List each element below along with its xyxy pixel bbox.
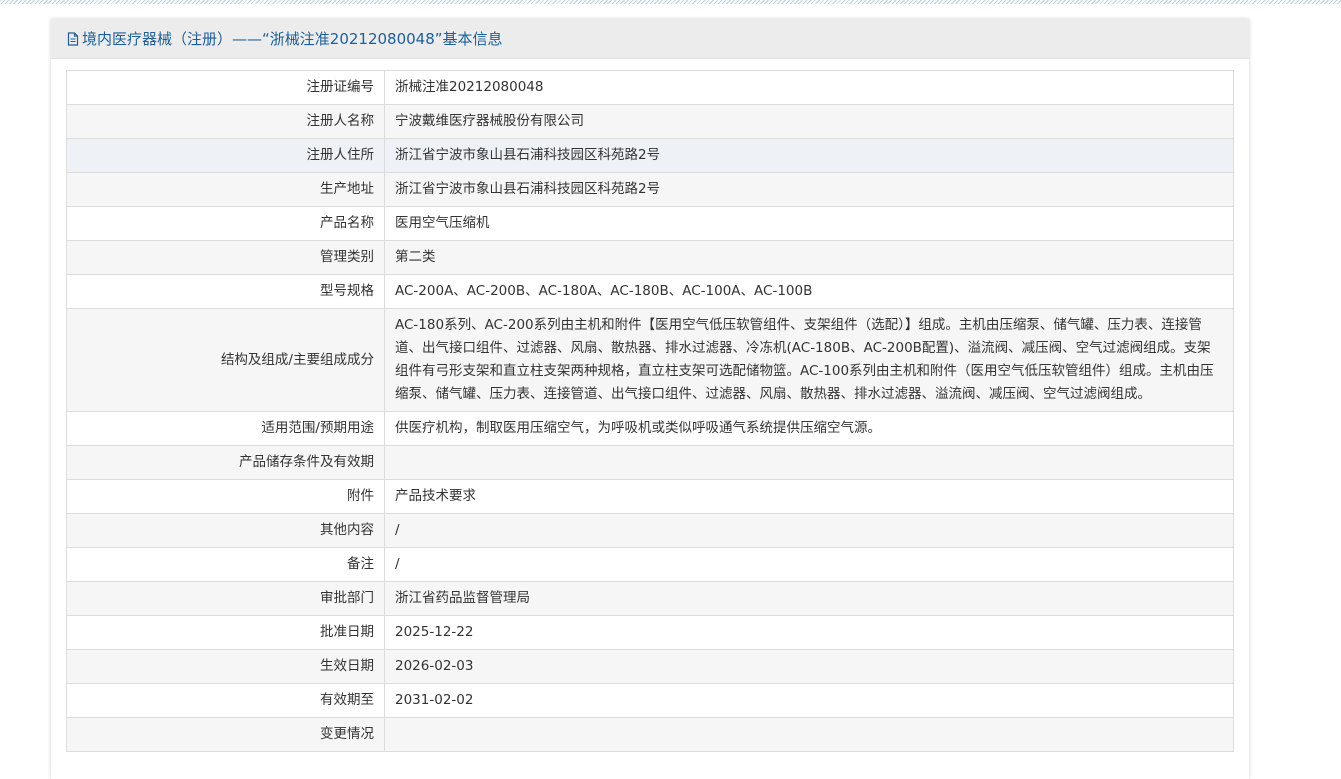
table-row: 批准日期 2025-12-22 [66,615,1234,650]
row-label: 审批部门 [66,581,385,616]
row-label: 其他内容 [66,513,385,548]
row-value: 产品技术要求 [384,479,1234,514]
row-label: 注册人名称 [66,104,385,139]
table-row: 注册证编号 浙械注准20212080048 [66,70,1234,105]
row-label: 生效日期 [66,649,385,684]
row-label: 生产地址 [66,172,385,207]
info-table-wrapper: 注册证编号 浙械注准20212080048 注册人名称 宁波戴维医疗器械股份有限… [66,70,1234,752]
row-value: 医用空气压缩机 [384,206,1234,241]
row-value: 第二类 [384,240,1234,275]
document-icon [67,31,79,46]
row-value [384,717,1234,752]
row-value: AC-180系列、AC-200系列由主机和附件【医用空气低压软管组件、支架组件（… [384,308,1234,412]
row-label: 适用范围/预期用途 [66,411,385,446]
row-label: 附件 [66,479,385,514]
table-row: 其他内容 / [66,513,1234,548]
row-value: 浙械注准20212080048 [384,70,1234,105]
row-label: 有效期至 [66,683,385,718]
table-row: 结构及组成/主要组成成分 AC-180系列、AC-200系列由主机和附件【医用空… [66,308,1234,412]
table-row: 适用范围/预期用途 供医疗机构，制取医用压缩空气，为呼吸机或类似呼吸通气系统提供… [66,411,1234,446]
panel-header: 境内医疗器械（注册）——“浙械注准20212080048”基本信息 [51,19,1249,59]
table-row: 变更情况 [66,717,1234,752]
table-row: 生产地址 浙江省宁波市象山县石浦科技园区科苑路2号 [66,172,1234,207]
row-value: 宁波戴维医疗器械股份有限公司 [384,104,1234,139]
row-value: / [384,547,1234,582]
row-label: 注册人住所 [66,138,385,173]
row-label: 注册证编号 [66,70,385,105]
table-row: 注册人名称 宁波戴维医疗器械股份有限公司 [66,104,1234,139]
row-value: 2031-02-02 [384,683,1234,718]
table-row: 审批部门 浙江省药品监督管理局 [66,581,1234,616]
row-label: 产品名称 [66,206,385,241]
table-row: 备注 / [66,547,1234,582]
row-value: 浙江省宁波市象山县石浦科技园区科苑路2号 [384,172,1234,207]
row-label: 管理类别 [66,240,385,275]
row-label: 产品储存条件及有效期 [66,445,385,480]
info-table: 注册证编号 浙械注准20212080048 注册人名称 宁波戴维医疗器械股份有限… [66,70,1234,752]
table-row: 管理类别 第二类 [66,240,1234,275]
row-value: 2025-12-22 [384,615,1234,650]
row-value [384,445,1234,480]
row-value: 供医疗机构，制取医用压缩空气，为呼吸机或类似呼吸通气系统提供压缩空气源。 [384,411,1234,446]
table-row: 型号规格 AC-200A、AC-200B、AC-180A、AC-180B、AC-… [66,274,1234,309]
row-label: 变更情况 [66,717,385,752]
table-row: 有效期至 2031-02-02 [66,683,1234,718]
row-value: 2026-02-03 [384,649,1234,684]
row-label: 批准日期 [66,615,385,650]
row-label: 型号规格 [66,274,385,309]
table-row: 产品名称 医用空气压缩机 [66,206,1234,241]
row-label: 备注 [66,547,385,582]
page-title: 境内医疗器械（注册）——“浙械注准20212080048”基本信息 [82,30,503,48]
row-value: 浙江省药品监督管理局 [384,581,1234,616]
table-row: 注册人住所 浙江省宁波市象山县石浦科技园区科苑路2号 [66,138,1234,173]
table-row: 附件 产品技术要求 [66,479,1234,514]
row-value: AC-200A、AC-200B、AC-180A、AC-180B、AC-100A、… [384,274,1234,309]
table-row: 产品储存条件及有效期 [66,445,1234,480]
table-row: 生效日期 2026-02-03 [66,649,1234,684]
info-panel: 境内医疗器械（注册）——“浙械注准20212080048”基本信息 注册证编号 … [51,19,1249,779]
row-label: 结构及组成/主要组成成分 [66,308,385,412]
row-value: / [384,513,1234,548]
top-decorative-stripe [0,0,1341,4]
row-value: 浙江省宁波市象山县石浦科技园区科苑路2号 [384,138,1234,173]
